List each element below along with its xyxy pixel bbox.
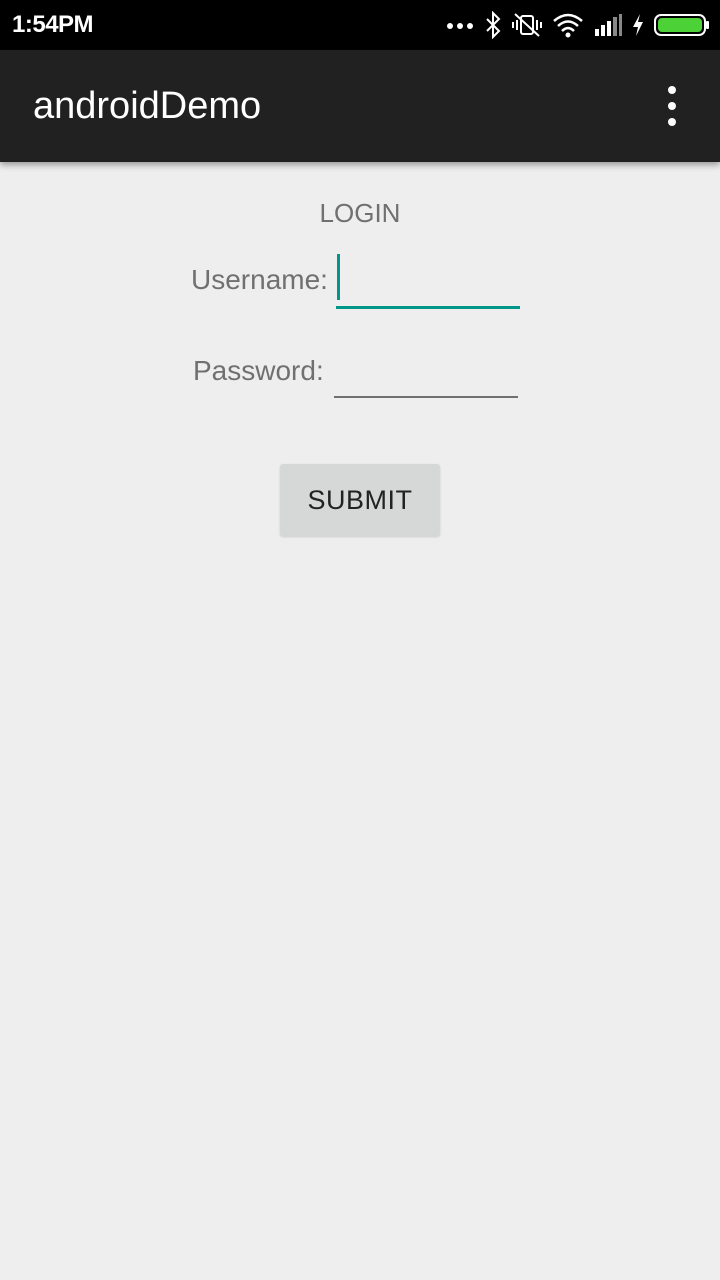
username-label: Username:	[191, 264, 328, 295]
menu-dot	[668, 118, 676, 126]
status-icons	[446, 10, 710, 40]
charging-icon	[633, 14, 643, 36]
username-input[interactable]	[336, 252, 520, 309]
status-bar: 1:54PM	[0, 0, 720, 50]
password-input[interactable]	[334, 349, 518, 398]
bluetooth-icon	[486, 11, 501, 39]
wifi-icon	[553, 13, 583, 38]
menu-dot	[668, 86, 676, 94]
text-cursor	[337, 254, 340, 300]
more-icon	[447, 23, 473, 29]
overflow-menu-icon[interactable]	[654, 86, 690, 126]
signal-icon	[595, 14, 622, 36]
login-title: LOGIN	[319, 198, 401, 228]
battery-icon	[654, 14, 709, 36]
vibrate-off-icon	[512, 13, 542, 37]
app-bar: androidDemo	[0, 50, 720, 162]
status-time: 1:54PM	[12, 11, 94, 38]
app-title: androidDemo	[33, 85, 262, 127]
submit-button[interactable]: SUBMIT	[280, 464, 440, 536]
password-label: Password:	[193, 355, 324, 386]
menu-dot	[668, 102, 676, 110]
